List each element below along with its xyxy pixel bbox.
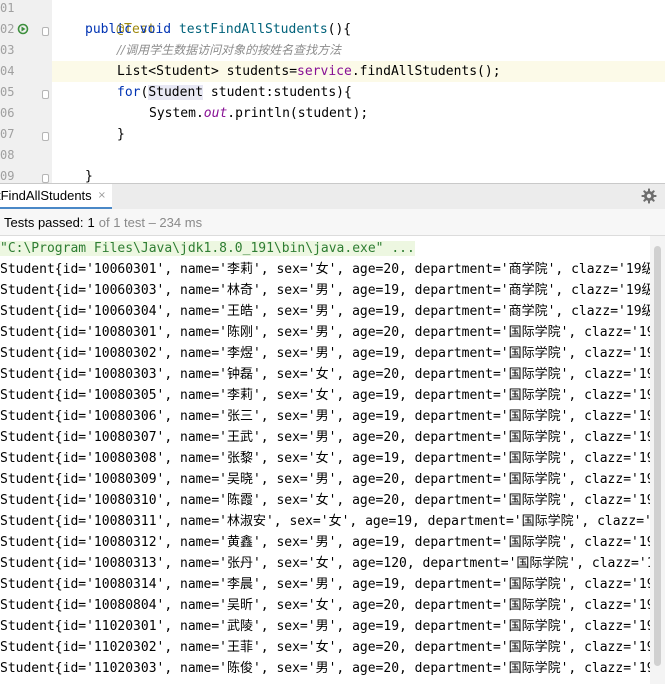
- console-line: Student{id='10080314', name='李晨', sex='男…: [0, 577, 650, 592]
- line-number: 01: [0, 1, 15, 15]
- run-test-icon[interactable]: [17, 23, 29, 35]
- console-line: Student{id='10080312', name='黄鑫', sex='男…: [0, 535, 650, 550]
- console-line: Student{id='10080301', name='陈刚', sex='男…: [0, 325, 650, 340]
- code-line-for-loop: for(Student student:students){: [117, 82, 352, 103]
- console-line: Student{id='10080302', name='李煜', sex='男…: [0, 346, 650, 361]
- brace: }: [85, 169, 93, 183]
- line-number: 04: [0, 64, 15, 78]
- fold-marker-icon[interactable]: [42, 132, 49, 141]
- code-line-list-declaration: List<Student> students=service.findAllSt…: [117, 61, 501, 82]
- keyword-public: public: [85, 22, 132, 37]
- tests-duration-text: of 1 test – 234 ms: [98, 214, 203, 230]
- console-line: Student{id='10080310', name='陈霞', sex='女…: [0, 493, 650, 508]
- scrollbar-thumb[interactable]: [654, 246, 661, 666]
- code-fragment: .findAllStudents();: [351, 64, 501, 79]
- line-number: 06: [0, 106, 15, 120]
- keyword-for: for: [117, 85, 141, 100]
- class-name: Student: [156, 64, 211, 79]
- command-text: "C:\Program Files\Java\jdk1.8.0_191\bin\…: [0, 241, 415, 256]
- tests-passed-count: 1: [87, 214, 95, 230]
- console-line: Student{id='10080308', name='张黎', sex='女…: [0, 451, 650, 466]
- console-line: Student{id='10080307', name='王武', sex='男…: [0, 430, 650, 445]
- console-line: Student{id='11020301', name='武陵', sex='男…: [0, 619, 650, 634]
- console-line: Student{id='10080303', name='钟磊', sex='女…: [0, 367, 650, 382]
- method-signature-tail: (){: [327, 22, 352, 37]
- run-tab[interactable]: tFindAllStudents ×: [0, 184, 113, 209]
- code-fragment: System.: [149, 106, 204, 121]
- console-line: Student{id='10060301', name='李莉', sex='女…: [0, 262, 650, 277]
- line-number: 07: [0, 127, 15, 141]
- code-fragment: > students=: [210, 64, 298, 79]
- console-line: Student{id='10060304', name='王皓', sex='男…: [0, 304, 650, 319]
- code-line-method-signature: public void testFindAllStudents(){: [85, 19, 351, 40]
- close-icon[interactable]: ×: [98, 190, 106, 201]
- fold-marker-icon[interactable]: [42, 174, 49, 183]
- line-number: 08: [0, 148, 15, 162]
- code-line-close-brace: }: [117, 124, 125, 145]
- console-line: Student{id='10060303', name='林奇', sex='男…: [0, 283, 650, 298]
- console-line: Student{id='10080311', name='林淑安', sex='…: [0, 514, 650, 529]
- console-line: Student{id='10080305', name='李莉', sex='女…: [0, 388, 650, 403]
- run-tab-label: tFindAllStudents: [0, 188, 92, 203]
- comment-text: //调用学生数据访问对象的按姓名查找方法: [117, 43, 342, 57]
- code-fragment: .println(student);: [227, 106, 369, 121]
- run-tool-window-header: tFindAllStudents ×: [0, 183, 665, 209]
- console-line: Student{id='11020302', name='王菲', sex='女…: [0, 640, 650, 655]
- console-line: Student{id='10080313', name='张丹', sex='女…: [0, 556, 650, 571]
- console-lines: "C:\Program Files\Java\jdk1.8.0_191\bin\…: [0, 238, 650, 679]
- console-output[interactable]: "C:\Program Files\Java\jdk1.8.0_191\bin\…: [0, 236, 650, 684]
- test-status-bar: Tests passed: 1 of 1 test – 234 ms: [0, 209, 665, 236]
- fold-marker-icon[interactable]: [42, 27, 49, 36]
- console-line: Student{id='11020303', name='陈俊', sex='男…: [0, 661, 650, 676]
- code-fragment: List<: [117, 64, 157, 79]
- code-line-println: System.out.println(student);: [149, 103, 368, 124]
- brace: }: [117, 127, 125, 142]
- console-scrollbar[interactable]: [650, 236, 665, 684]
- gear-icon[interactable]: [641, 188, 657, 204]
- code-line-close-brace: }: [85, 166, 93, 183]
- field-name: service: [297, 64, 352, 79]
- line-number: 02: [0, 22, 15, 36]
- console-command-line: "C:\Program Files\Java\jdk1.8.0_191\bin\…: [0, 238, 650, 259]
- static-field: out: [203, 106, 228, 121]
- console-line: Student{id='10080306', name='张三', sex='男…: [0, 409, 650, 424]
- code-line-comment: //调用学生数据访问对象的按姓名查找方法: [117, 40, 341, 61]
- line-number: 09: [0, 169, 15, 183]
- method-name: testFindAllStudents: [178, 22, 328, 37]
- class-name-highlighted: Student: [148, 85, 204, 100]
- code-line-annotation: @Test: [85, 0, 155, 37]
- line-number: 05: [0, 85, 15, 99]
- tests-passed-label: Tests passed:: [4, 214, 84, 230]
- fold-marker-icon[interactable]: [42, 90, 49, 99]
- console-line: Student{id='10080309', name='吴晓', sex='男…: [0, 472, 650, 487]
- keyword-void: void: [139, 22, 172, 37]
- editor-gutter: 01 02 03 04 05 06 07 08 09: [0, 0, 52, 183]
- console-line: Student{id='10080804', name='吴昕', sex='女…: [0, 598, 650, 613]
- code-editor[interactable]: 01 02 03 04 05 06 07 08 09 @Test public …: [0, 0, 665, 183]
- line-number: 03: [0, 43, 15, 57]
- code-fragment: student:students){: [203, 85, 352, 100]
